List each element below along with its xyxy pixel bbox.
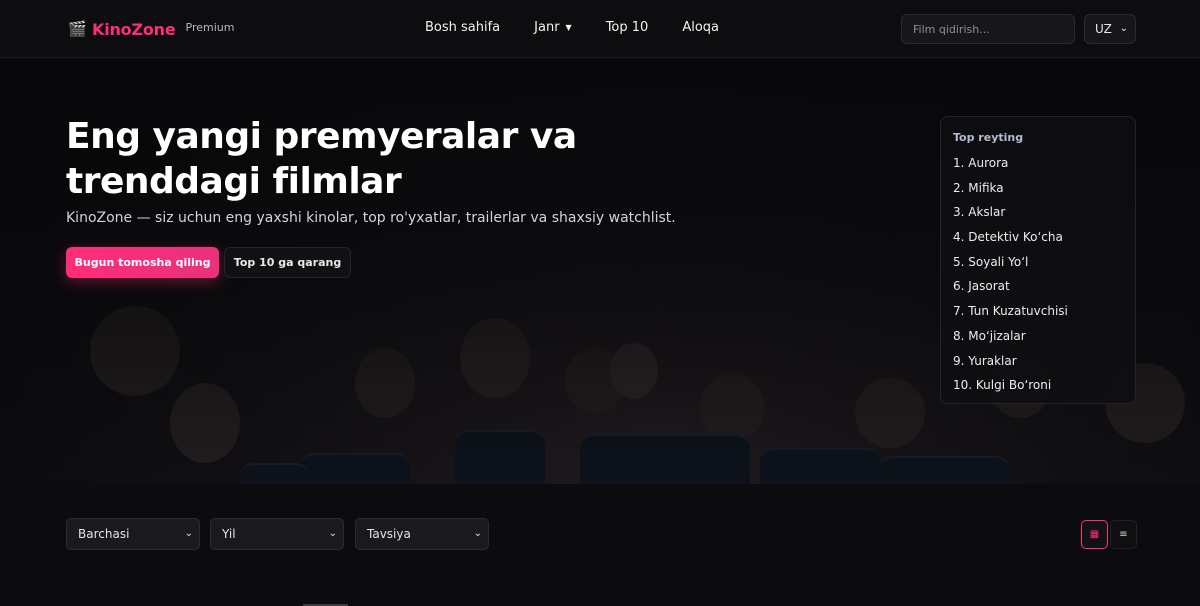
main-nav: Bosh sahifa Janr ▼ Top 10 Aloqa <box>425 20 753 35</box>
grid-view-button[interactable]: ▦ <box>1081 520 1108 549</box>
top-rating-card: Top reyting 1. Aurora 2. Mifika 3. Aksla… <box>940 116 1136 404</box>
chevron-down-icon: ⌄ <box>184 528 193 539</box>
nav-link-label: Aloqa <box>682 20 720 35</box>
top-rating-item[interactable]: 9. Yuraklar <box>953 349 1135 374</box>
nav-link-genre[interactable]: Janr ▼ <box>534 20 572 35</box>
premium-badge: Premium <box>185 20 235 34</box>
nav-link-label: Janr <box>534 20 560 35</box>
top-rating-item[interactable]: 7. Tun Kuzatuvchisi <box>953 299 1135 324</box>
sort-value: Tavsiya <box>367 527 411 541</box>
sort-select[interactable]: Tavsiya ⌄ <box>355 518 489 550</box>
chevron-down-icon: ⌄ <box>1119 23 1128 34</box>
year-value: Yil <box>222 527 236 541</box>
filter-bar: Barchasi ⌄ Yil ⌄ Tavsiya ⌄ ▦ ≡ <box>0 484 1200 606</box>
brand-name: KinoZone <box>92 19 176 39</box>
brand-logo[interactable]: 🎬 KinoZone Premium <box>68 19 234 39</box>
search-input[interactable] <box>901 14 1075 44</box>
top-rating-item[interactable]: 8. Mo‘jizalar <box>953 324 1135 349</box>
hero-title: Eng yangi premyeralar va trenddagi filml… <box>66 116 577 202</box>
language-value: UZ <box>1095 22 1112 36</box>
nav-link-label: Bosh sahifa <box>425 20 501 35</box>
nav-link-home[interactable]: Bosh sahifa <box>425 20 500 35</box>
top-rating-list: 1. Aurora 2. Mifika 3. Akslar 4. Detekti… <box>953 151 1135 398</box>
top-rating-item[interactable]: 4. Detektiv Ko‘cha <box>953 225 1135 250</box>
watch-today-button[interactable]: Bugun tomosha qiling <box>66 247 219 278</box>
nav-link-label: Top 10 <box>605 20 649 35</box>
list-view-icon: ≡ <box>1119 529 1128 540</box>
top-rating-item[interactable]: 6. Jasorat <box>953 274 1135 299</box>
hero-subtitle: KinoZone — siz uchun eng yaxshi kinolar,… <box>66 210 676 226</box>
view-top10-button[interactable]: Top 10 ga qarang <box>224 247 351 278</box>
top-navbar: 🎬 KinoZone Premium Bosh sahifa Janr ▼ To… <box>0 0 1200 58</box>
caret-down-icon: ▼ <box>565 23 572 32</box>
nav-link-contact[interactable]: Aloqa <box>682 20 719 35</box>
chevron-down-icon: ⌄ <box>328 528 337 539</box>
list-view-button[interactable]: ≡ <box>1110 520 1137 549</box>
category-select[interactable]: Barchasi ⌄ <box>66 518 200 550</box>
top-rating-item[interactable]: 1. Aurora <box>953 151 1135 176</box>
top-rating-item[interactable]: 10. Kulgi Bo‘roni <box>953 373 1135 398</box>
chevron-down-icon: ⌄ <box>473 528 482 539</box>
language-select[interactable]: UZ ⌄ <box>1084 14 1136 44</box>
year-select[interactable]: Yil ⌄ <box>210 518 344 550</box>
category-value: Barchasi <box>78 527 130 541</box>
top-rating-title: Top reyting <box>953 131 1024 144</box>
top-rating-item[interactable]: 3. Akslar <box>953 200 1135 225</box>
grid-view-icon: ▦ <box>1089 529 1100 540</box>
clapperboard-icon: 🎬 <box>68 20 87 38</box>
top-rating-item[interactable]: 2. Mifika <box>953 176 1135 201</box>
top-rating-item[interactable]: 5. Soyali Yo‘l <box>953 250 1135 275</box>
nav-link-top10[interactable]: Top 10 <box>606 20 649 35</box>
